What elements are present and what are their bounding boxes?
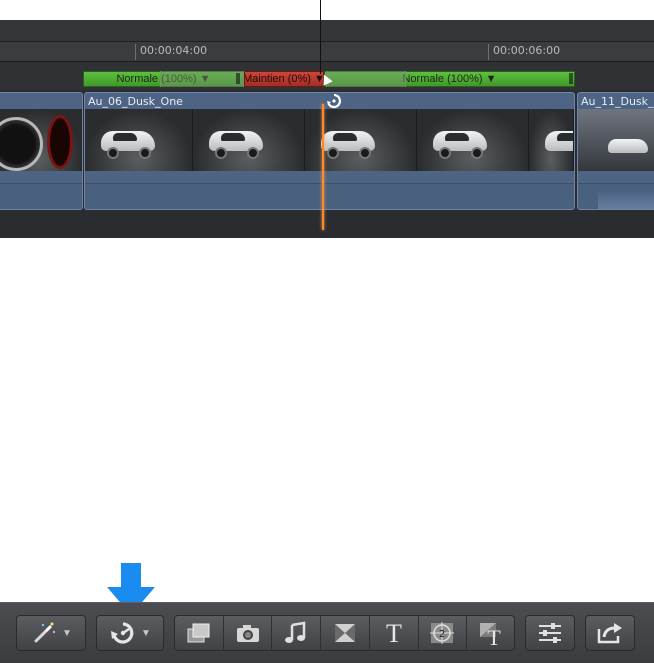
media-browser-icon <box>187 623 210 643</box>
filmstrip-frame <box>193 109 305 171</box>
svg-text:2: 2 <box>439 629 445 640</box>
audio-waveform <box>598 191 654 209</box>
clip-title: Au_11_Dusk_ <box>581 95 654 108</box>
generators-browser-icon: 2 <box>430 622 455 644</box>
retime-segment-hold[interactable]: Maintien (0%) ▼ <box>244 71 324 87</box>
filmstrip-frame <box>529 109 574 171</box>
retime-handle[interactable] <box>236 73 240 84</box>
retime-button[interactable]: ▼ <box>97 616 163 650</box>
filmstrip-frame <box>85 109 193 171</box>
clip-audio <box>0 183 82 209</box>
filmstrip-frame <box>0 109 82 171</box>
retime-ghost-overlay <box>326 71 406 87</box>
clip-dashboard[interactable] <box>0 92 83 210</box>
toolbar: ▼ ▼ T 2 T <box>0 602 654 663</box>
share-button[interactable] <box>586 616 634 650</box>
filmstrip-frame <box>578 109 654 171</box>
transitions-browser-button[interactable] <box>321 616 370 650</box>
themes-browser-button[interactable]: T <box>467 616 514 650</box>
clip-title: Au_06_Dusk_One <box>88 95 183 108</box>
enhancements-button[interactable]: ▼ <box>17 616 85 650</box>
magic-wand-icon <box>34 622 56 643</box>
media-browser-button[interactable] <box>175 616 224 650</box>
clip-filmstrip <box>85 109 574 171</box>
transitions-browser-icon <box>335 624 356 642</box>
playhead[interactable] <box>322 104 324 230</box>
enhancements-group: ▼ <box>16 615 86 651</box>
ruler-tick <box>488 44 489 60</box>
generators-browser-button[interactable]: 2 <box>419 616 468 650</box>
inspector-group <box>525 615 575 651</box>
photo-browser-icon <box>236 625 259 642</box>
retime-ghost-overlay <box>160 71 244 87</box>
retime-segment-label[interactable]: Normale (100%) ▼ <box>402 73 496 85</box>
clip-audio <box>85 183 574 209</box>
share-icon <box>597 623 622 644</box>
callout-line <box>320 0 321 74</box>
photo-browser-button[interactable] <box>224 616 273 650</box>
svg-text:T: T <box>487 625 501 646</box>
retime-cursor-icon <box>327 93 342 109</box>
retime-segment-label[interactable]: Maintien (0%) ▼ <box>245 73 323 85</box>
clip-audio <box>578 183 654 209</box>
ruler-timecode: 00:00:06:00 <box>493 44 561 57</box>
timeline-empty-area <box>0 210 654 238</box>
retime-group: ▼ <box>96 615 164 651</box>
timeline-ruler[interactable]: 00:00:04:00 00:00:06:00 <box>0 42 654 62</box>
inspector-button[interactable] <box>526 616 574 650</box>
music-browser-icon <box>285 621 306 643</box>
retime-handle[interactable] <box>569 73 573 84</box>
clip-au-11-dusk[interactable]: Au_11_Dusk_ <box>577 92 654 210</box>
clip-filmstrip <box>0 109 82 171</box>
browsers-group: T 2 T <box>174 615 515 651</box>
gauge-image <box>47 115 73 169</box>
timeline[interactable]: 00:00:04:00 00:00:06:00 Normale (100%) ▼… <box>0 20 654 238</box>
themes-browser-icon: T <box>479 623 501 646</box>
chevron-down-icon: ▼ <box>141 627 151 639</box>
svg-text:T: T <box>386 620 402 646</box>
inspector-icon <box>539 623 561 643</box>
ruler-timecode: 00:00:04:00 <box>140 44 208 57</box>
titles-browser-icon: T <box>386 620 402 646</box>
timeline-header-bar <box>0 20 654 42</box>
music-browser-button[interactable] <box>272 616 322 650</box>
clip-filmstrip <box>578 109 654 171</box>
filmstrip-frame <box>417 109 529 171</box>
speedometer-image <box>0 117 43 171</box>
share-group <box>585 615 635 651</box>
ruler-tick <box>135 44 136 60</box>
titles-browser-button[interactable]: T <box>370 616 419 650</box>
chevron-down-icon: ▼ <box>62 627 72 639</box>
clip-au-06-dusk-one[interactable]: Au_06_Dusk_One <box>84 92 575 210</box>
retime-icon <box>111 622 134 644</box>
